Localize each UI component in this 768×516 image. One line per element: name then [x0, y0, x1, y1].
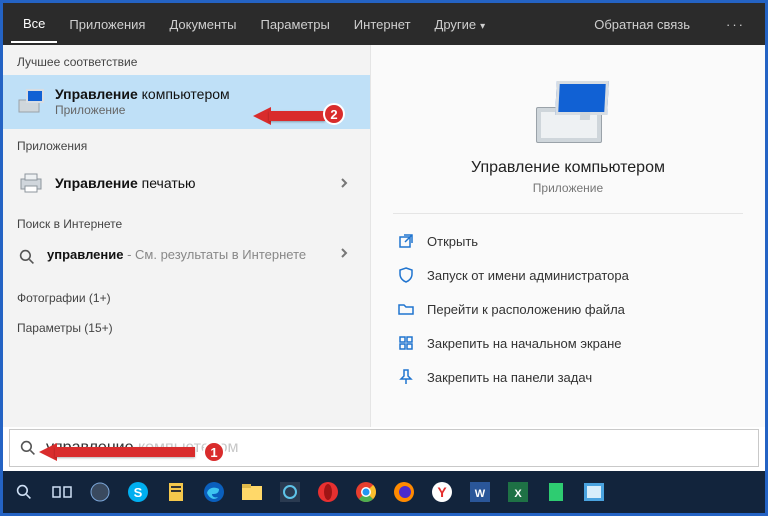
taskbar-skype-icon[interactable]: S — [125, 479, 151, 505]
chevron-right-icon[interactable] — [332, 177, 356, 189]
result-title: управление - См. результаты в Интернете — [47, 247, 322, 264]
svg-text:Y: Y — [437, 484, 447, 500]
action-open-location[interactable]: Перейти к расположению файла — [393, 292, 743, 326]
chevron-right-icon[interactable] — [332, 247, 356, 259]
result-title: Управление печатью — [55, 174, 322, 192]
taskbar-opera-icon[interactable] — [315, 479, 341, 505]
section-web: Поиск в Интернете — [3, 207, 370, 237]
preview-pane: Управление компьютером Приложение Открыт… — [371, 45, 765, 427]
taskbar-app-1[interactable] — [87, 479, 113, 505]
action-label: Закрепить на начальном экране — [427, 336, 622, 351]
feedback-link[interactable]: Обратная связь — [582, 7, 702, 42]
taskbar-word-icon[interactable]: W — [467, 479, 493, 505]
tab-all[interactable]: Все — [11, 6, 57, 43]
tab-apps[interactable]: Приложения — [57, 7, 157, 42]
pin-start-icon — [397, 334, 415, 352]
annotation-badge-1: 1 — [203, 441, 225, 463]
section-settings[interactable]: Параметры (15+) — [3, 311, 370, 341]
tab-more[interactable]: Другие▾ — [423, 7, 498, 42]
computer-management-large-icon — [526, 81, 610, 145]
section-best-match: Лучшее соответствие — [3, 45, 370, 75]
action-open[interactable]: Открыть — [393, 224, 743, 258]
taskbar-app-15[interactable] — [581, 479, 607, 505]
action-label: Открыть — [427, 234, 478, 249]
taskbar-app-6[interactable] — [277, 479, 303, 505]
action-label: Закрепить на панели задач — [427, 370, 592, 385]
pin-taskbar-icon — [397, 368, 415, 386]
annotation-badge-2: 2 — [323, 103, 345, 125]
taskbar-app-14[interactable] — [543, 479, 569, 505]
task-view-icon[interactable] — [49, 479, 75, 505]
tab-documents[interactable]: Документы — [157, 7, 248, 42]
taskbar-yandex-icon[interactable]: Y — [429, 479, 455, 505]
tab-settings[interactable]: Параметры — [248, 7, 341, 42]
search-icon — [17, 247, 37, 267]
printer-icon — [17, 169, 45, 197]
preview-subtitle: Приложение — [393, 181, 743, 195]
action-pin-taskbar[interactable]: Закрепить на панели задач — [393, 360, 743, 394]
action-label: Перейти к расположению файла — [427, 302, 625, 317]
result-web-search[interactable]: управление - См. результаты в Интернете — [3, 237, 370, 277]
taskbar-edge-icon[interactable] — [201, 479, 227, 505]
search-icon — [20, 440, 36, 456]
taskbar-explorer-icon[interactable] — [239, 479, 265, 505]
tab-internet[interactable]: Интернет — [342, 7, 423, 42]
search-tabs: Все Приложения Документы Параметры Интер… — [3, 3, 765, 45]
computer-management-icon — [17, 88, 45, 116]
svg-text:X: X — [514, 488, 522, 500]
taskbar-search-icon[interactable] — [11, 479, 37, 505]
shield-icon — [397, 266, 415, 284]
result-title: Управление компьютером — [55, 85, 356, 103]
results-pane: Лучшее соответствие Управление компьютер… — [3, 45, 371, 427]
preview-title: Управление компьютером — [393, 159, 743, 177]
taskbar-excel-icon[interactable]: X — [505, 479, 531, 505]
svg-text:W: W — [475, 488, 486, 500]
section-apps: Приложения — [3, 129, 370, 159]
action-label: Запуск от имени администратора — [427, 268, 629, 283]
folder-icon — [397, 300, 415, 318]
taskbar: S Y W X — [3, 471, 765, 513]
annotation-arrow-1 — [39, 441, 209, 463]
taskbar-app-3[interactable] — [163, 479, 189, 505]
taskbar-firefox-icon[interactable] — [391, 479, 417, 505]
section-photos[interactable]: Фотографии (1+) — [3, 277, 370, 311]
svg-text:S: S — [134, 485, 143, 500]
more-menu[interactable]: ··· — [714, 7, 757, 42]
result-print-management[interactable]: Управление печатью — [3, 159, 370, 207]
action-pin-start[interactable]: Закрепить на начальном экране — [393, 326, 743, 360]
open-icon — [397, 232, 415, 250]
taskbar-chrome-icon[interactable] — [353, 479, 379, 505]
chevron-down-icon: ▾ — [480, 21, 485, 32]
action-run-as-admin[interactable]: Запуск от имени администратора — [393, 258, 743, 292]
